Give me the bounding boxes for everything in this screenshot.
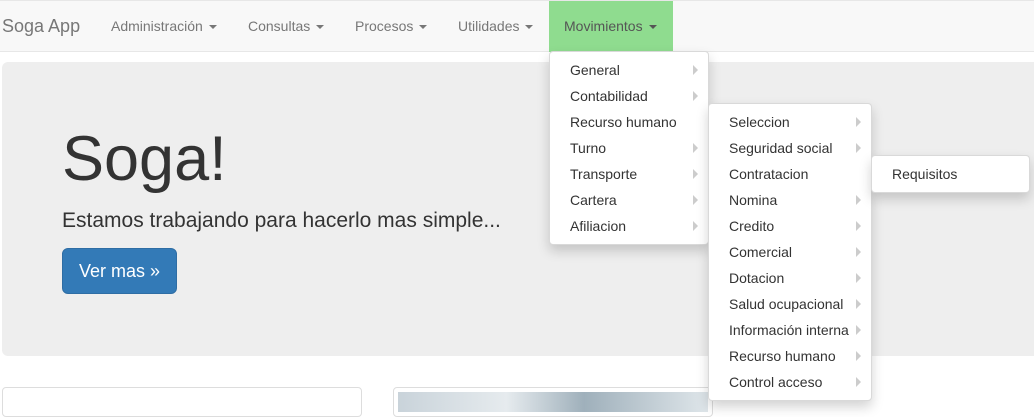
submenu-arrow-icon <box>693 143 698 153</box>
menu-item-recurso-humano[interactable]: Recurso humano <box>550 109 708 135</box>
nav-procesos[interactable]: Procesos <box>340 1 442 52</box>
submenu-arrow-icon <box>856 377 861 387</box>
menu-item-credito[interactable]: Credito <box>709 213 871 239</box>
hero-title: Soga! <box>62 124 227 194</box>
menu-item-label: Control acceso <box>729 374 823 390</box>
submenu-arrow-icon <box>856 247 861 257</box>
menu-item-requisitos[interactable]: Requisitos <box>872 161 1029 187</box>
submenu-arrow-icon <box>693 221 698 231</box>
submenu-arrow-icon <box>693 65 698 75</box>
menu-item-label: Requisitos <box>892 166 958 182</box>
caret-down-icon <box>316 25 325 30</box>
recurso-humano-submenu: Seleccion Seguridad social Contratacion … <box>708 103 872 401</box>
nav-administracion[interactable]: Administración <box>96 1 232 52</box>
menu-item-comercial[interactable]: Comercial <box>709 239 871 265</box>
thumbnail-image <box>398 392 708 412</box>
menu-item-label: Nomina <box>729 192 778 208</box>
nav-movimientos[interactable]: Movimientos <box>549 1 673 52</box>
hero-subtitle: Estamos trabajando para hacerlo mas simp… <box>62 209 501 232</box>
content-panel <box>2 387 362 417</box>
submenu-arrow-icon <box>856 195 861 205</box>
menu-item-seguridad-social[interactable]: Seguridad social <box>709 135 871 161</box>
menu-item-label: Recurso humano <box>729 348 836 364</box>
submenu-arrow-icon <box>856 325 861 335</box>
caret-down-icon <box>419 25 428 30</box>
menu-item-label: Dotacion <box>729 270 785 286</box>
nav-movimientos-label: Movimientos <box>564 18 643 34</box>
submenu-arrow-icon <box>856 117 861 127</box>
nav-consultas[interactable]: Consultas <box>233 1 339 52</box>
menu-item-label: Comercial <box>729 244 793 260</box>
submenu-arrow-icon <box>856 143 861 153</box>
menu-item-label: Turno <box>570 140 607 156</box>
caret-down-icon <box>208 25 217 30</box>
menu-item-label: Contabilidad <box>570 88 648 104</box>
hero-jumbotron: Soga! Estamos trabajando para hacerlo ma… <box>2 62 1034 356</box>
menu-item-label: Salud ocupacional <box>729 296 844 312</box>
menu-item-transporte[interactable]: Transporte <box>550 161 708 187</box>
caret-down-icon <box>648 25 657 30</box>
app-brand[interactable]: Soga App <box>2 1 80 52</box>
menu-item-label: General <box>570 62 620 78</box>
menu-item-salud-ocupacional[interactable]: Salud ocupacional <box>709 291 871 317</box>
nav-administracion-label: Administración <box>111 18 203 34</box>
submenu-arrow-icon <box>856 351 861 361</box>
menu-item-cartera[interactable]: Cartera <box>550 187 708 213</box>
menu-item-nomina[interactable]: Nomina <box>709 187 871 213</box>
top-navbar: Soga App Administración Consultas Proces… <box>0 0 1034 52</box>
submenu-arrow-icon <box>856 273 861 283</box>
menu-item-label: Recurso humano <box>570 114 677 130</box>
menu-item-contratacion[interactable]: Contratacion <box>709 161 871 187</box>
menu-item-control-acceso[interactable]: Control acceso <box>709 369 871 395</box>
menu-item-label: Afiliacion <box>570 218 627 234</box>
caret-down-icon <box>525 25 534 30</box>
menu-item-label: Contratacion <box>729 166 809 182</box>
menu-item-dotacion[interactable]: Dotacion <box>709 265 871 291</box>
menu-item-general[interactable]: General <box>550 57 708 83</box>
menu-item-afiliacion[interactable]: Afiliacion <box>550 213 708 239</box>
submenu-arrow-icon <box>856 299 861 309</box>
menu-item-label: Seguridad social <box>729 140 833 156</box>
nav-utilidades[interactable]: Utilidades <box>443 1 548 52</box>
submenu-arrow-icon <box>856 221 861 231</box>
nav-consultas-label: Consultas <box>248 18 311 34</box>
menu-item-recurso-humano-sub[interactable]: Recurso humano <box>709 343 871 369</box>
menu-item-label: Información interna <box>729 322 849 338</box>
ver-mas-button[interactable]: Ver mas » <box>62 248 177 294</box>
submenu-arrow-icon <box>693 91 698 101</box>
menu-item-label: Transporte <box>570 166 638 182</box>
menu-item-informacion-interna[interactable]: Información interna <box>709 317 871 343</box>
submenu-arrow-icon <box>693 195 698 205</box>
nav-utilidades-label: Utilidades <box>458 18 520 34</box>
menu-item-contabilidad[interactable]: Contabilidad <box>550 83 708 109</box>
menu-item-turno[interactable]: Turno <box>550 135 708 161</box>
image-thumbnail[interactable] <box>393 387 713 417</box>
movimientos-dropdown: General Contabilidad Recurso humano Turn… <box>549 51 709 245</box>
menu-item-seleccion[interactable]: Seleccion <box>709 109 871 135</box>
nav-procesos-label: Procesos <box>355 18 414 34</box>
menu-item-label: Credito <box>729 218 775 234</box>
contratacion-submenu: Requisitos <box>871 155 1030 193</box>
submenu-arrow-icon <box>693 169 698 179</box>
menu-item-label: Seleccion <box>729 114 790 130</box>
menu-item-label: Cartera <box>570 192 617 208</box>
